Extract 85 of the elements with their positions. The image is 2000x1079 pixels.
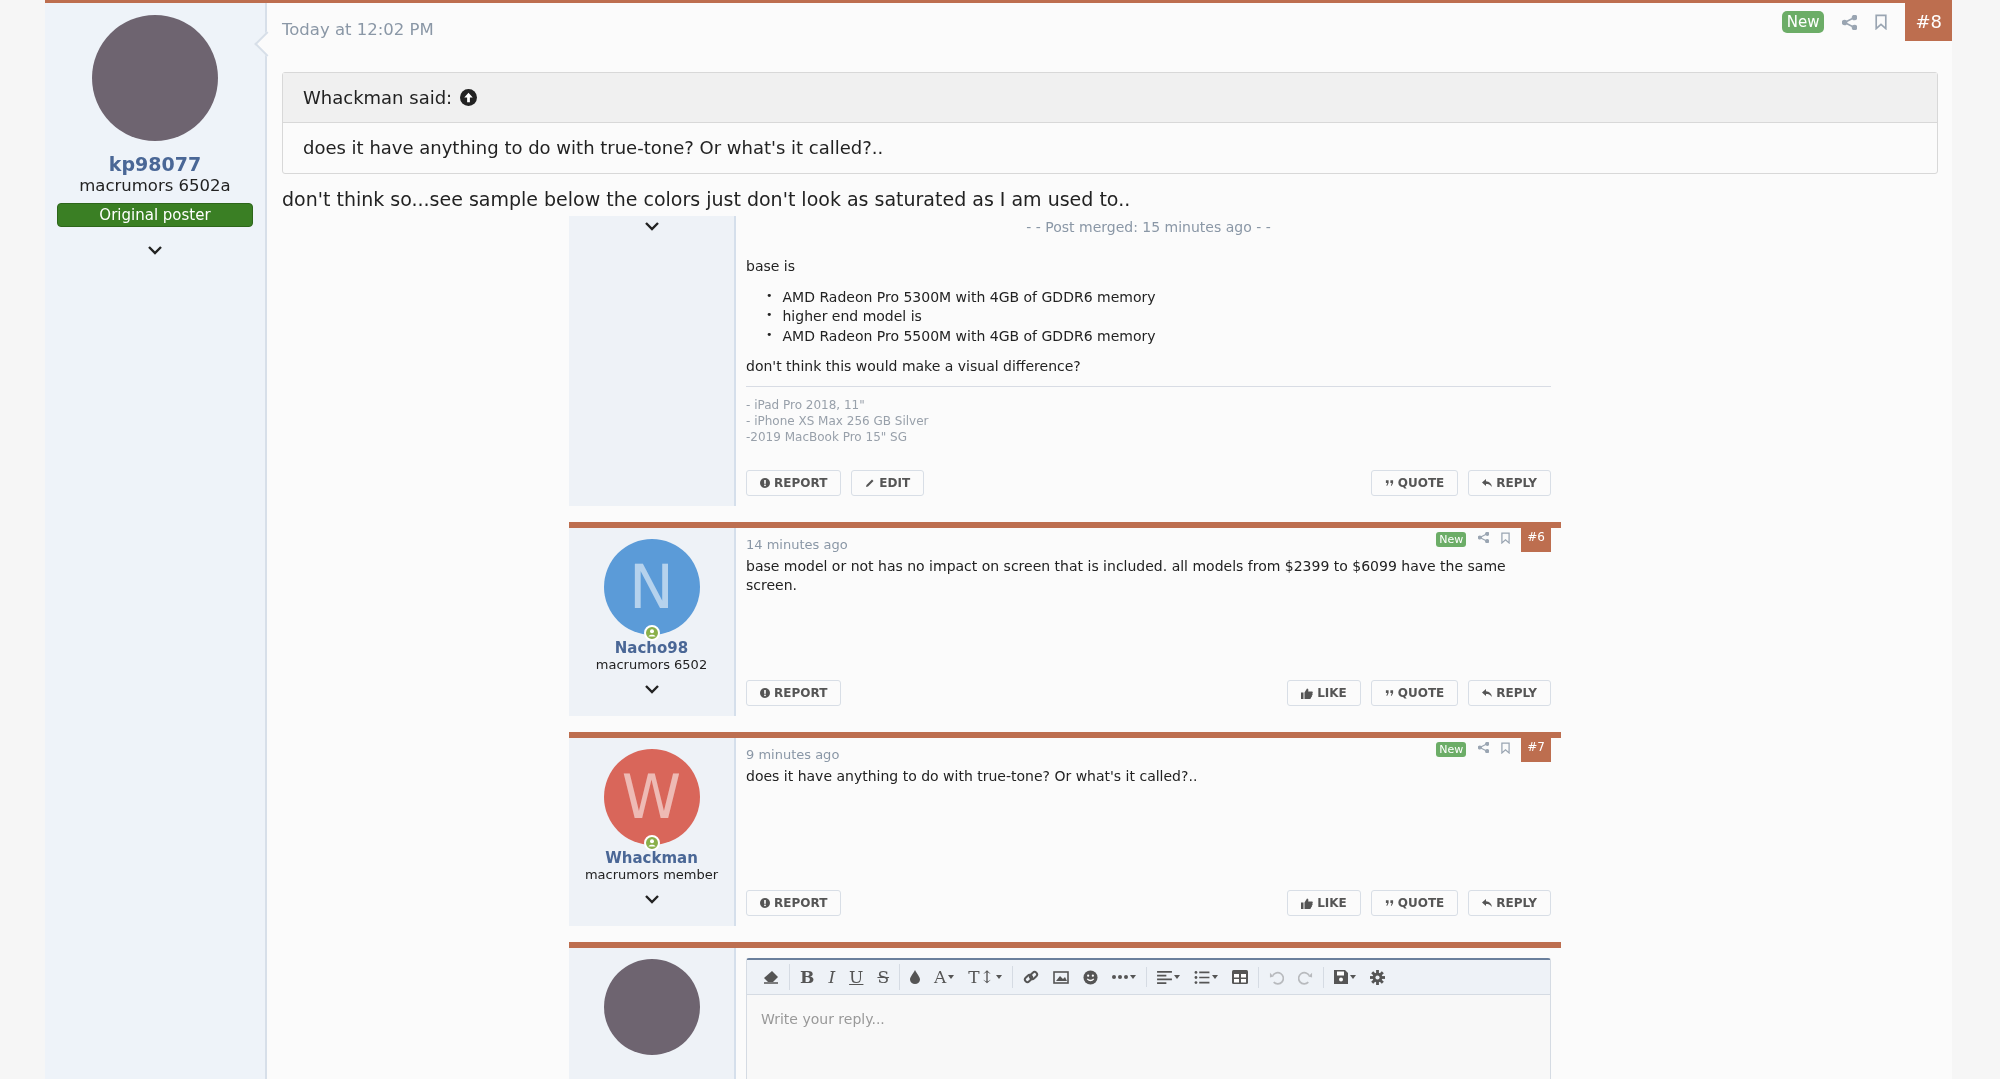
caret-icon: [1129, 975, 1136, 979]
report-button[interactable]: REPORT: [746, 470, 842, 496]
chevron-down-icon[interactable]: [643, 684, 660, 694]
online-user-icon: [643, 835, 660, 851]
signature-line: - iPad Pro 2018, 11": [746, 396, 866, 413]
post-text: base is: [746, 257, 796, 276]
quote-button[interactable]: QUOTE: [1370, 890, 1459, 916]
exclamation-circle-icon: [760, 688, 770, 698]
quote-author[interactable]: Whackman said:: [303, 87, 453, 108]
user-rank: macrumors member: [584, 867, 719, 882]
format-button[interactable]: T↕: [961, 964, 1009, 990]
like-button[interactable]: LIKE: [1287, 680, 1361, 706]
user-rank: macrumors 6502a: [79, 176, 231, 195]
dots-icon: [1111, 975, 1128, 979]
online-user-icon: [643, 625, 660, 641]
caret-icon: [1211, 975, 1218, 979]
format-button[interactable]: U: [842, 964, 871, 990]
quote-button[interactable]: QUOTE: [1370, 470, 1459, 496]
quote-icon: [1384, 479, 1394, 487]
align-left-icon: [1156, 970, 1172, 984]
username-link[interactable]: Whackman: [605, 849, 698, 867]
like-button[interactable]: LIKE: [1287, 890, 1361, 916]
caret-icon: [1349, 975, 1356, 979]
format-button[interactable]: A: [927, 964, 962, 990]
chevron-down-icon[interactable]: [643, 221, 660, 231]
quote-button[interactable]: QUOTE: [1370, 680, 1459, 706]
reply-button[interactable]: REPLY: [1468, 470, 1551, 496]
reply-button[interactable]: REPLY: [1468, 890, 1551, 916]
undo-icon: [1268, 969, 1284, 985]
link-icon: [1022, 969, 1039, 985]
reply-arrow-icon: [1482, 689, 1493, 697]
new-badge: New: [1781, 11, 1825, 33]
settings-icon: [1369, 969, 1385, 985]
caret-icon: [948, 975, 955, 979]
drop-icon: [910, 970, 921, 984]
reply-button[interactable]: REPLY: [1468, 680, 1551, 706]
bullet-item: higher end model is: [782, 307, 922, 327]
signature-line: -2019 MacBook Pro 15" SG: [746, 428, 909, 446]
bullet-list-icon: [1193, 970, 1210, 984]
post-text: don't think so...see sample below the colors just don't look as saturated as I am used to..: [282, 188, 1132, 210]
reply-arrow-icon: [1482, 479, 1493, 487]
bullet-item: AMD Radeon Pro 5500M with 4GB of GDDR6 memory: [782, 327, 1156, 347]
bullet-marker: •: [766, 327, 773, 344]
user-rank: macrumors 6502: [595, 657, 708, 672]
table-icon: [1231, 970, 1248, 984]
edit-button[interactable]: EDIT: [851, 470, 925, 496]
reply-editor[interactable]: B I U S A T↕ Write your reply...: [746, 958, 1551, 1079]
exclamation-circle-icon: [760, 478, 770, 488]
quote-text: does it have anything to do with true-tone? Or what's it called?..: [302, 136, 885, 160]
format-button[interactable]: I: [821, 964, 843, 990]
chevron-down-icon[interactable]: [643, 894, 660, 904]
pencil-icon: [865, 478, 876, 488]
reply-arrow-icon: [1482, 899, 1493, 907]
report-button[interactable]: REPORT: [746, 890, 842, 916]
redo-icon: [1297, 969, 1313, 985]
post-merged-note: - - Post merged: 15 minutes ago - -: [1026, 219, 1271, 235]
bullet-item: AMD Radeon Pro 5300M with 4GB of GDDR6 memory: [782, 287, 1156, 307]
post-text: don't think this would make a visual difference?: [746, 356, 1082, 376]
bullet-marker: •: [766, 307, 773, 324]
format-button[interactable]: S: [870, 964, 897, 990]
signature-line: - iPhone XS Max 256 GB Silver: [746, 412, 930, 429]
reply-input[interactable]: Write your reply...: [747, 995, 1550, 1043]
quote-icon: [1384, 899, 1394, 907]
username-link[interactable]: kp98077: [108, 153, 202, 175]
exclamation-circle-icon: [760, 898, 770, 908]
format-button[interactable]: B: [793, 964, 822, 990]
quote-icon: [1384, 689, 1394, 697]
eraser-icon: [763, 970, 779, 984]
smiley-icon: [1082, 969, 1098, 985]
original-poster-badge: Original poster: [57, 203, 253, 227]
post-number[interactable]: #8: [1905, 3, 1952, 41]
report-button[interactable]: REPORT: [746, 680, 842, 706]
new-badge: New: [1436, 741, 1467, 757]
post-text: base model or not has no impact on screen that is included. all models from $2399 to $6099 have the same screen.: [746, 557, 1507, 595]
caret-icon: [1173, 975, 1180, 979]
post-text: does it have anything to do with true-tone? Or what's it called?..: [746, 767, 1199, 786]
username-link[interactable]: Nacho98: [614, 639, 689, 657]
chevron-down-icon[interactable]: [147, 245, 163, 255]
thumbs-up-icon: [1301, 897, 1314, 909]
arrow-up-circle-icon[interactable]: [460, 89, 478, 106]
bullet-marker: •: [766, 287, 773, 304]
image-icon: [1052, 970, 1069, 984]
thumbs-up-icon: [1301, 687, 1314, 699]
new-badge: New: [1436, 531, 1467, 547]
caret-icon: [995, 975, 1002, 979]
